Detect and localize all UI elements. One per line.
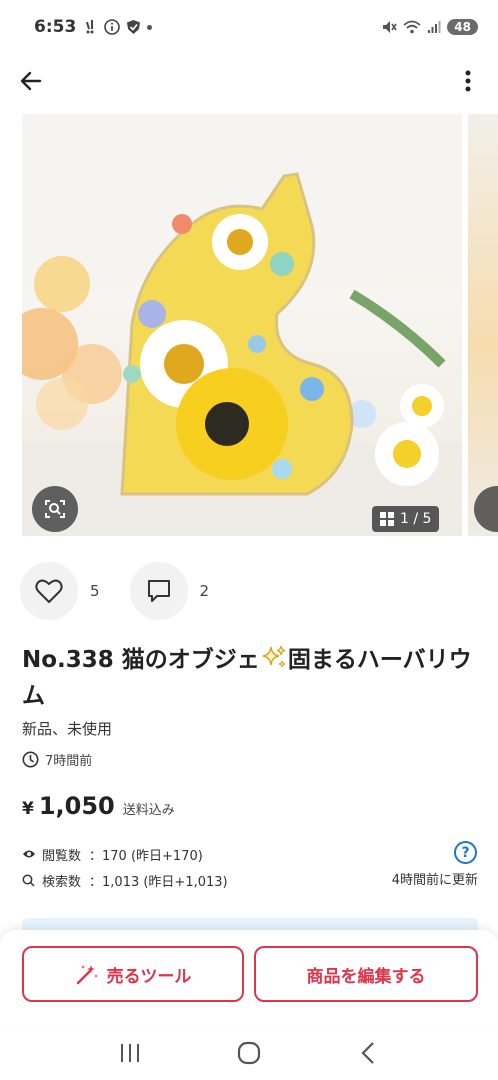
- edit-item-label: 商品を編集する: [306, 966, 426, 987]
- heart-icon: [35, 579, 63, 603]
- wifi-icon: [403, 20, 421, 34]
- comments-count: 2: [199, 582, 210, 600]
- search-icon: [22, 874, 38, 887]
- status-time: 6:53: [34, 17, 77, 37]
- mute-icon: [383, 21, 397, 33]
- system-nav-bar: [0, 1026, 498, 1080]
- price-note: 送料込み: [122, 803, 175, 818]
- likes-count: 5: [90, 582, 100, 600]
- searches-value: ：1,013 (昨日+1,013): [89, 874, 228, 890]
- page-indicator: 1 / 5: [372, 506, 440, 532]
- system-back-button[interactable]: [348, 1033, 388, 1073]
- more-vertical-icon: [465, 70, 471, 92]
- shield-icon: [127, 20, 141, 34]
- back-button[interactable]: [14, 64, 48, 98]
- price-value: 1,050: [38, 792, 115, 820]
- app-bar: [0, 54, 498, 106]
- clock-icon: [22, 751, 39, 768]
- next-photo-peek[interactable]: [468, 114, 498, 536]
- comment-button[interactable]: [129, 562, 188, 620]
- help-button[interactable]: ?: [454, 841, 477, 864]
- home-button[interactable]: [229, 1033, 269, 1073]
- status-bar: 6:53 48: [0, 0, 498, 54]
- image-carousel[interactable]: [0, 114, 498, 536]
- views-value: ：170 (昨日+170): [89, 848, 203, 864]
- bottom-action-bar: 売るツール 商品を編集する: [0, 930, 498, 1026]
- signal-icon: [428, 21, 441, 33]
- views-row: 閲覧数 ：170 (昨日+170): [22, 841, 480, 867]
- recent-apps-button[interactable]: [110, 1033, 150, 1073]
- sell-tool-button[interactable]: 売るツール: [22, 946, 244, 1002]
- eye-icon: [22, 849, 38, 859]
- home-icon: [237, 1041, 261, 1065]
- image-search-button[interactable]: [32, 486, 78, 532]
- comment-icon: [147, 580, 170, 602]
- views-label: 閲覧数: [42, 848, 82, 864]
- edit-item-button[interactable]: 商品を編集する: [254, 946, 478, 1002]
- product-title: No.338 猫のオブジェ 固まるハーバリウム: [22, 642, 482, 714]
- status-left-icons: [84, 19, 153, 35]
- notification-icon: [86, 20, 94, 34]
- magic-wand-icon: [76, 965, 98, 985]
- product-photo[interactable]: [22, 114, 462, 536]
- page-indicator-text: 1 / 5: [400, 511, 432, 527]
- searches-label: 検索数: [42, 874, 82, 890]
- sparkle-icon: [262, 645, 285, 668]
- posted-time-row: 7時間前: [22, 750, 92, 769]
- updated-time: 4時間前に更新: [391, 873, 478, 888]
- chevron-left-icon: [361, 1042, 375, 1064]
- action-row: 5 2: [20, 562, 239, 620]
- status-right-icons: 48: [381, 19, 478, 35]
- price-row: ¥ 1,050 送料込み: [22, 792, 175, 820]
- battery-level: 48: [447, 19, 478, 35]
- posted-time: 7時間前: [45, 754, 93, 769]
- product-title-part1: No.338 猫のオブジェ: [22, 647, 260, 673]
- info-icon: [104, 19, 121, 35]
- price-currency: ¥: [22, 799, 34, 819]
- product-photo-illustration: [22, 114, 462, 536]
- notification-dot: [147, 24, 153, 30]
- image-search-icon: [45, 500, 65, 518]
- like-button[interactable]: [20, 562, 78, 620]
- arrow-left-icon: [20, 71, 42, 91]
- product-condition: 新品、未使用: [22, 720, 113, 738]
- sell-tool-label: 売るツール: [106, 966, 192, 987]
- recent-apps-icon: [120, 1044, 139, 1062]
- grid-icon: [380, 512, 394, 526]
- more-menu-button[interactable]: [456, 66, 480, 96]
